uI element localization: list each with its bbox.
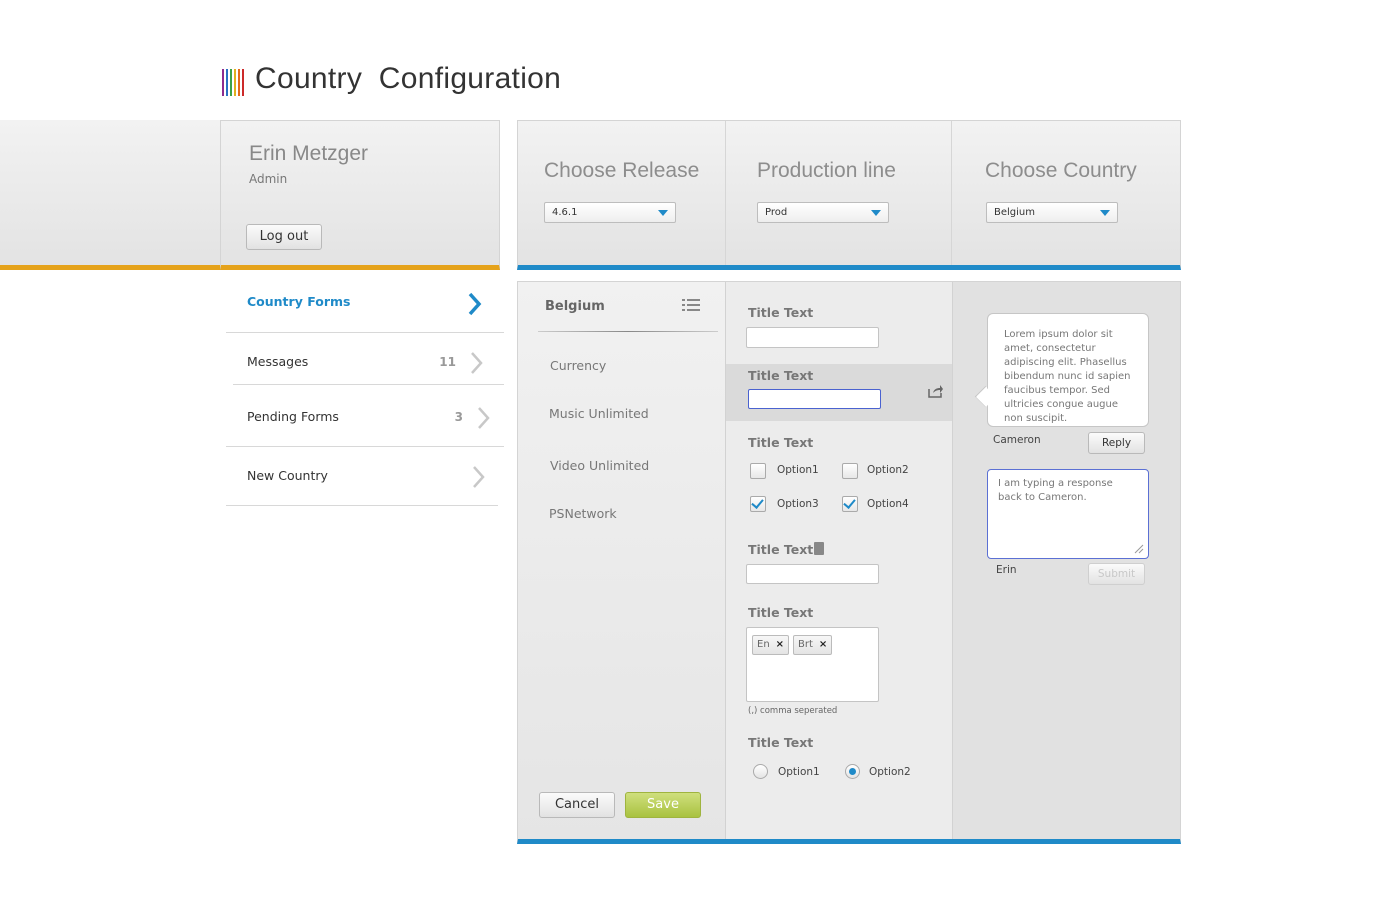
section-item-video-unlimited[interactable]: Video Unlimited [550,458,649,473]
checkbox-option3[interactable] [750,496,766,512]
release-selector-group: Choose Release 4.6.1 [518,121,726,265]
chevron-right-icon [471,352,483,374]
resize-handle-icon[interactable] [1134,544,1144,554]
field-title: Title Text [748,305,814,320]
sidebar-item-label: Messages [247,354,309,369]
page-title: Country Configuration [255,62,562,95]
list-view-icon[interactable] [682,298,700,312]
radio-label: Option2 [869,766,911,778]
checkbox-label: Option4 [867,498,909,510]
release-select[interactable]: 4.6.1 [544,202,676,223]
logo-stripe [238,69,240,96]
chevron-right-icon [468,292,482,316]
app-logo [222,69,248,96]
tag-hint: (,) comma seperated [748,706,838,716]
user-panel: Erin Metzger Admin Log out [220,120,500,270]
checkbox-option2[interactable] [842,463,858,479]
tag-chip: En × [752,635,790,655]
radio-option1[interactable] [753,764,768,779]
logo-stripe [222,69,224,96]
radio-option2[interactable] [845,764,860,779]
country-panel-title: Belgium [545,299,605,314]
checkbox-option4[interactable] [842,496,858,512]
production-select[interactable]: Prod [757,202,889,223]
logo-stripe [230,69,232,96]
tag-label: En [757,639,770,650]
remove-tag-icon[interactable]: × [819,639,827,650]
sidebar-item-label: Country Forms [247,294,351,309]
logo-stripe [226,69,228,96]
production-selector-group: Production line Prod [726,121,952,265]
release-value: 4.6.1 [552,207,578,218]
logo-stripe [234,69,236,96]
production-value: Prod [765,207,788,218]
header-left-panel [0,120,220,270]
submit-button[interactable]: Submit [1088,563,1145,585]
sidebar-item-new-country[interactable]: New Country [226,447,498,506]
field-title: Title Text [748,735,814,750]
field-title: Title Text [748,435,814,450]
field-title: Title Text [748,368,814,383]
chevron-down-icon [1100,210,1110,216]
save-button[interactable]: Save [625,792,701,818]
cancel-button[interactable]: Cancel [539,792,615,818]
chevron-right-icon [473,466,485,488]
text-field-2-focused[interactable] [748,389,881,409]
country-select[interactable]: Belgium [986,202,1118,223]
remove-tag-icon[interactable]: × [776,639,784,650]
pending-count: 3 [454,410,463,424]
messages-count: 11 [439,355,456,369]
form-column: Title Text Title Text Title Text Option1… [726,282,953,839]
chevron-right-icon [478,407,490,429]
country-value: Belgium [994,207,1035,218]
text-field-4[interactable] [746,564,879,584]
user-name: Erin Metzger [249,142,369,165]
checkbox-option1[interactable] [750,463,766,479]
share-icon[interactable] [928,384,944,398]
tag-input[interactable]: En × Brt × [746,627,879,702]
logout-button[interactable]: Log out [246,224,322,250]
production-label: Production line [757,159,896,182]
tag-chip: Brt × [793,635,833,655]
field-title: Title Text [748,605,814,620]
country-label: Choose Country [985,159,1137,182]
comment-author: Cameron [993,434,1041,446]
country-selector-group: Choose Country Belgium [952,121,1180,265]
tag-label: Brt [798,639,813,650]
field-title: Title Text [748,542,814,557]
sidebar-item-country-forms[interactable]: Country Forms [226,270,504,333]
sidebar-item-label: Pending Forms [247,409,339,424]
document-icon [814,542,824,555]
radio-label: Option1 [778,766,820,778]
divider [538,331,718,332]
main-panel: Belgium Currency Music Unlimited Video U… [517,281,1181,844]
checkbox-label: Option1 [777,464,819,476]
chevron-down-icon [658,210,668,216]
sidebar-item-pending-forms[interactable]: Pending Forms 3 [226,385,504,447]
section-item-currency[interactable]: Currency [550,358,606,373]
checkbox-label: Option2 [867,464,909,476]
comment-bubble: Lorem ipsum dolor sit amet, consectetur … [987,313,1149,427]
checkbox-label: Option3 [777,498,819,510]
section-item-psnetwork[interactable]: PSNetwork [549,506,617,521]
reply-textarea[interactable]: I am typing a response back to Cameron. [987,469,1149,559]
comments-column: Lorem ipsum dolor sit amet, consectetur … [953,282,1180,839]
reply-author: Erin [996,564,1017,576]
sidebar-item-label: New Country [247,468,328,483]
section-item-music-unlimited[interactable]: Music Unlimited [549,406,649,421]
release-label: Choose Release [544,159,700,182]
country-section-list: Belgium Currency Music Unlimited Video U… [518,282,726,839]
user-role: Admin [249,172,288,186]
sidebar-item-messages[interactable]: Messages 11 [233,333,504,385]
selector-bar: Choose Release 4.6.1 Production line Pro… [517,120,1181,270]
reply-button[interactable]: Reply [1088,432,1145,454]
sidebar-nav: Country Forms Messages 11 Pending Forms … [226,270,504,506]
text-field-1[interactable] [746,327,879,348]
logo-stripe [242,69,244,96]
chevron-down-icon [871,210,881,216]
